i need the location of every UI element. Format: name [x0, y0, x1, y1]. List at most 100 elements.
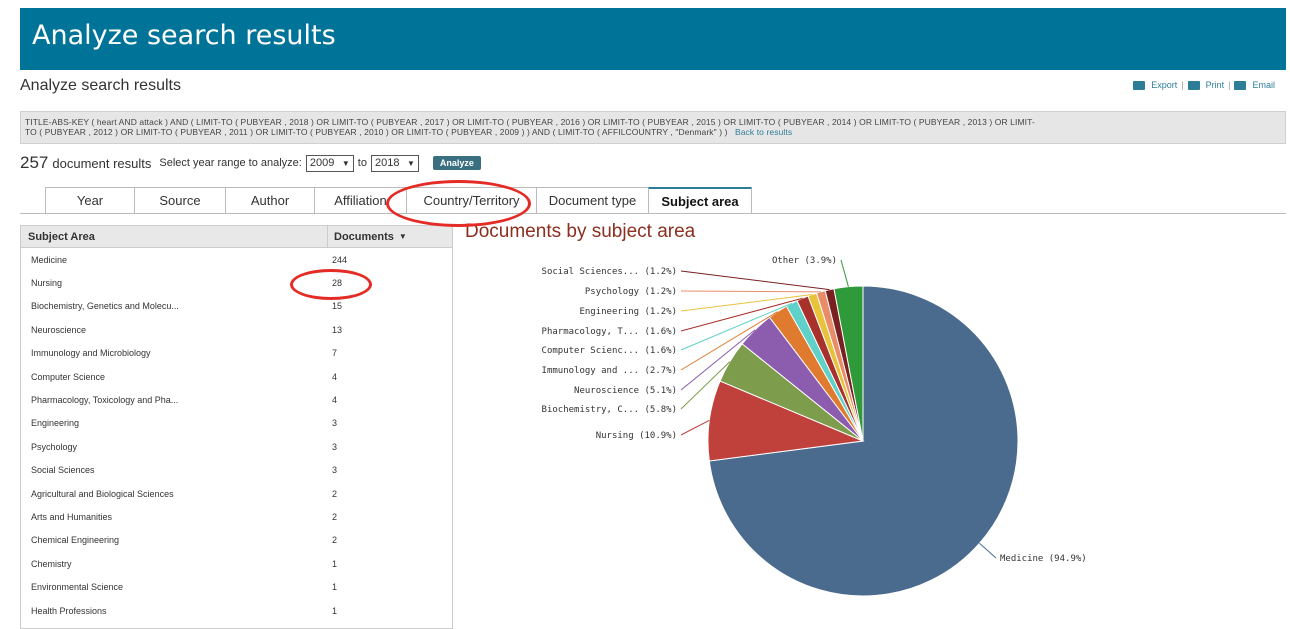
- document-count[interactable]: 2: [332, 535, 337, 545]
- documents-header-label: Documents: [334, 230, 394, 243]
- subject-area-table: Subject Area Documents ▼ Medicine 244 Nur…: [20, 225, 453, 629]
- subject-name: Social Sciences: [31, 465, 95, 476]
- table-row: Psychology 3: [21, 435, 452, 458]
- subject-name: Chemistry: [31, 558, 72, 569]
- query-line-1: TITLE-ABS-KEY ( heart AND attack ) AND (…: [25, 117, 1035, 127]
- chevron-down-icon: ▼: [406, 158, 415, 168]
- subject-name: Biochemistry, Genetics and Molecu...: [31, 301, 179, 312]
- analyze-button[interactable]: Analyze: [432, 156, 481, 170]
- pie-leader-line: [979, 542, 997, 559]
- document-count[interactable]: 1: [332, 559, 337, 569]
- pie-leader-line: [680, 419, 710, 436]
- pie-label: Neuroscience (5.1%): [574, 386, 677, 396]
- table-row: Immunology and Microbiology 7: [21, 342, 452, 365]
- pie-leader-line: [680, 270, 830, 291]
- tab-year[interactable]: Year: [45, 187, 135, 213]
- table-row: Chemistry 1: [21, 552, 452, 575]
- pie-label: Pharmacology, T... (1.6%): [542, 327, 677, 337]
- highlight-ellipse: [386, 180, 531, 227]
- subject-name: Pharmacology, Toxicology and Pha...: [31, 395, 179, 406]
- document-count[interactable]: 3: [332, 418, 337, 428]
- subject-name: Medicine: [31, 254, 68, 265]
- document-count[interactable]: 244: [332, 255, 347, 265]
- to-year-value: 2018: [374, 157, 400, 169]
- document-count[interactable]: 13: [332, 325, 342, 335]
- email-icon: [1234, 80, 1247, 90]
- table-row: Environmental Science 1: [21, 575, 452, 598]
- chevron-down-icon: ▼: [341, 158, 350, 168]
- pie-label: Engineering (1.2%): [579, 307, 677, 317]
- to-label: to: [357, 157, 367, 169]
- tab-source[interactable]: Source: [134, 187, 226, 213]
- tab-author[interactable]: Author: [225, 187, 315, 213]
- print-link[interactable]: Print: [1206, 80, 1225, 90]
- pie-label: Other (3.9%): [772, 256, 837, 266]
- document-count[interactable]: 1: [332, 582, 337, 592]
- pie-label: Social Sciences... (1.2%): [542, 267, 677, 277]
- tab-document-type[interactable]: Document type: [536, 187, 649, 213]
- document-count[interactable]: 4: [332, 372, 337, 382]
- table-row: Engineering 3: [21, 412, 452, 435]
- pie-label: Psychology (1.2%): [585, 287, 677, 297]
- document-count[interactable]: 3: [332, 465, 337, 475]
- separator: |: [1181, 80, 1184, 90]
- document-count[interactable]: 15: [332, 301, 342, 311]
- document-count[interactable]: 3: [332, 442, 337, 452]
- table-row: Arts and Humanities 2: [21, 505, 452, 528]
- table-row: Computer Science 4: [21, 365, 452, 388]
- to-year-select[interactable]: 2018 ▼: [370, 154, 419, 172]
- table-row: Biochemistry, Genetics and Molecu... 15: [21, 295, 452, 318]
- column-header-subject-area[interactable]: Subject Area: [28, 231, 95, 243]
- pie-leader-line: [680, 290, 821, 293]
- document-count[interactable]: 4: [332, 395, 337, 405]
- subject-name: Computer Science: [31, 371, 106, 382]
- table-row: Pharmacology, Toxicology and Pha... 4: [21, 388, 452, 411]
- export-link[interactable]: Export: [1151, 80, 1177, 90]
- from-year-select[interactable]: 2009 ▼: [305, 154, 354, 172]
- table-header: Subject Area Documents ▼: [21, 226, 452, 248]
- email-link[interactable]: Email: [1252, 80, 1275, 90]
- pie-label: Immunology and ... (2.7%): [542, 366, 677, 376]
- document-count[interactable]: 1: [332, 606, 337, 616]
- subject-name: Health Professions: [31, 605, 107, 616]
- table-row: Medicine 244: [21, 248, 452, 271]
- pie-label: Nursing (10.9%): [596, 431, 677, 441]
- search-query-box: TITLE-ABS-KEY ( heart AND attack ) AND (…: [20, 111, 1286, 144]
- subject-name: Engineering: [31, 418, 80, 429]
- subject-name: Immunology and Microbiology: [31, 348, 151, 359]
- subject-area-pie-chart: Medicine (94.9%) Nursing (10.9%) Biochemis…: [542, 256, 1087, 597]
- result-count-label: document results: [52, 155, 152, 171]
- pie-leader-line: [840, 259, 849, 287]
- page-title: Analyze search results: [20, 77, 181, 94]
- table-row: Chemical Engineering 2: [21, 529, 452, 552]
- result-count: 257: [20, 153, 49, 172]
- subject-name: Agricultural and Biological Sciences: [31, 488, 174, 499]
- back-to-results-link[interactable]: Back to results: [735, 127, 792, 137]
- query-line-2: TO ( PUBYEAR , 2012 ) OR LIMIT-TO ( PUBY…: [25, 127, 728, 137]
- sort-down-icon: ▼: [398, 232, 407, 241]
- pie-label: Biochemistry, C... (5.8%): [542, 405, 677, 415]
- print-icon: [1187, 80, 1200, 90]
- highlight-ellipse: [290, 269, 372, 300]
- subject-name: Nursing: [31, 278, 63, 289]
- document-count[interactable]: 2: [332, 512, 337, 522]
- banner-title: Analyze search results: [32, 20, 336, 51]
- tab-divider: [20, 213, 1286, 214]
- document-count[interactable]: 2: [332, 489, 337, 499]
- table-row: Health Professions 1: [21, 599, 452, 622]
- table-row: Nursing 28: [21, 271, 452, 294]
- pie-label: Computer Scienc... (1.6%): [542, 346, 677, 356]
- column-header-documents[interactable]: Documents ▼: [327, 226, 452, 247]
- subject-name: Neuroscience: [31, 324, 87, 335]
- pie-label: Medicine (94.9%): [1000, 554, 1087, 564]
- export-icon: [1133, 80, 1146, 90]
- toolbar: Export | Print | Email: [1133, 80, 1275, 90]
- page-banner: Analyze search results: [20, 8, 1286, 70]
- table-row: Agricultural and Biological Sciences 2: [21, 482, 452, 505]
- chart-title: Documents by subject area: [465, 221, 696, 242]
- table-row: Social Sciences 3: [21, 459, 452, 482]
- separator: |: [1228, 80, 1231, 90]
- tab-subject-area[interactable]: Subject area: [648, 187, 752, 213]
- document-count[interactable]: 7: [332, 348, 337, 358]
- table-row: Neuroscience 13: [21, 318, 452, 341]
